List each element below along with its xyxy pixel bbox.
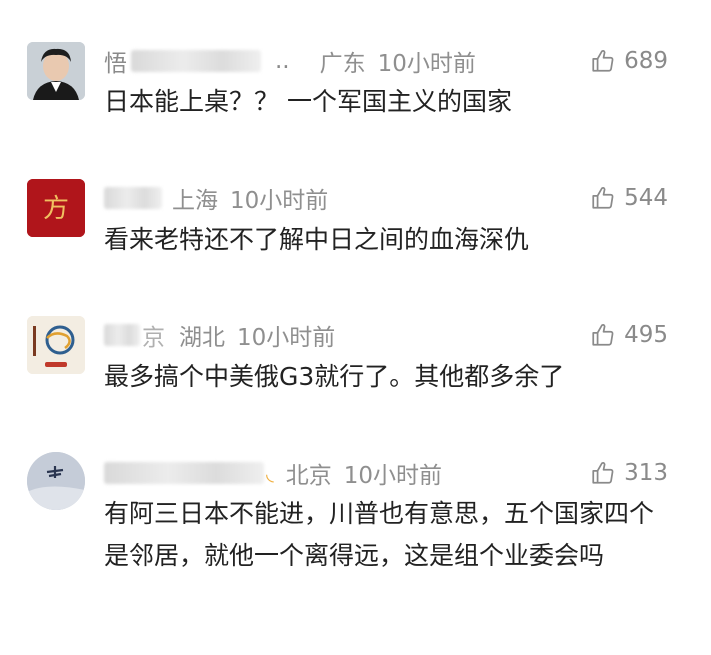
comment-meta: 悟 .. 广东 10小时前	[104, 44, 476, 78]
username-fragment[interactable]: 京	[142, 318, 165, 352]
username-blur	[104, 324, 140, 346]
timestamp: 10小时前	[377, 51, 476, 77]
like-count: 544	[624, 185, 668, 211]
thumbs-up-icon	[592, 50, 614, 72]
location: 广东	[319, 51, 366, 77]
username-fragment[interactable]: ◟	[266, 461, 274, 485]
like-button[interactable]: 313	[590, 458, 668, 488]
username-blur	[104, 187, 162, 209]
avatar[interactable]	[27, 316, 85, 374]
timestamp: 10小时前	[230, 188, 329, 214]
comment-text: 最多搞个中美俄G3就行了。其他都多余了	[104, 362, 565, 391]
location: 北京	[285, 463, 332, 489]
avatar[interactable]: 方	[27, 179, 85, 237]
like-button[interactable]: 495	[590, 320, 668, 350]
username-blur	[104, 462, 264, 484]
seal-avatar-icon: 方	[27, 179, 85, 237]
thumbs-up-icon	[592, 324, 614, 346]
portrait-avatar-icon	[27, 42, 85, 100]
username-ellipsis: ..	[275, 48, 290, 74]
like-button[interactable]: 544	[590, 183, 668, 213]
avatar-glyph: 方	[43, 194, 69, 224]
like-count: 313	[624, 460, 668, 486]
timestamp: 10小时前	[343, 463, 443, 489]
comment-meta: 上海 10小时前	[104, 183, 329, 214]
username[interactable]: 悟	[104, 44, 127, 78]
timestamp: 10小时前	[237, 325, 336, 351]
dragon-avatar-icon	[27, 316, 85, 374]
location: 上海	[172, 188, 218, 214]
like-count: 495	[624, 322, 668, 348]
comment-meta: ◟ 北京 10小时前	[104, 458, 443, 489]
like-count: 689	[624, 48, 668, 74]
thumbs-up-icon	[592, 187, 614, 209]
like-button[interactable]: 689	[590, 46, 668, 76]
bird-avatar-icon	[27, 452, 85, 510]
thumbs-up-icon	[592, 462, 614, 484]
comment-text: 有阿三日本不能进，川普也有意思，五个国家四个是邻居，就他一个离得远，这是组个业委…	[104, 499, 655, 570]
comment-text: 看来老特还不了解中日之间的血海深仇	[104, 225, 530, 254]
avatar[interactable]	[27, 42, 85, 100]
username-blur	[131, 50, 261, 72]
location: 湖北	[179, 325, 225, 351]
avatar[interactable]	[27, 452, 85, 510]
comment-meta: 京 湖北 10小时前	[104, 318, 336, 352]
comment-text: 日本能上桌？？ 一个军国主义的国家	[104, 87, 512, 116]
